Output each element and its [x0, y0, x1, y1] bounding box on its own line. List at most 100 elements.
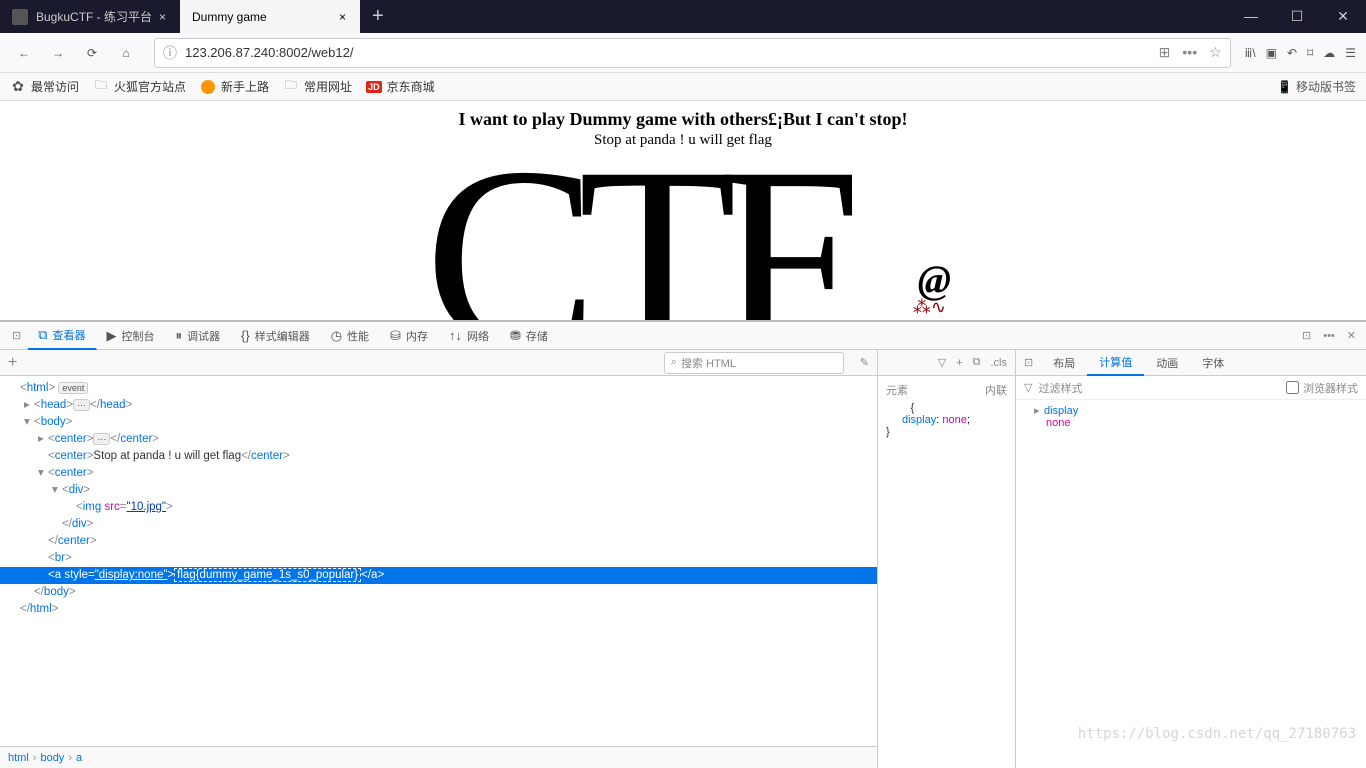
devtools-tab[interactable]: {}样式编辑器 — [231, 322, 321, 350]
computed-panel: ⊡ 布局 计算值 动画 字体 ▽ 过滤样式 浏览器样式 ▸display non… — [1016, 350, 1366, 768]
devtools-tab[interactable]: ↑↓网络 — [439, 322, 500, 350]
menu-icon[interactable]: ☰ — [1345, 46, 1356, 60]
dom-panel: + ⌕ 搜索 HTML ✎ <html> event▸<head>⋯</head… — [0, 350, 878, 768]
tab-icon: ⛁ — [390, 328, 401, 344]
dom-line[interactable]: <html> event — [0, 380, 877, 397]
reload-button[interactable]: ⟳ — [78, 39, 106, 67]
devtools-tab[interactable]: ⛁内存 — [380, 322, 439, 350]
home-button[interactable]: ⌂ — [112, 39, 140, 67]
filter-icon[interactable]: ▽ — [938, 356, 946, 369]
styles-body[interactable]: 元素 内联 { display: none; } — [878, 376, 1015, 768]
dom-toolbar: + ⌕ 搜索 HTML ✎ — [0, 350, 877, 376]
dom-line[interactable]: <center>Stop at panda ! u will get flag<… — [0, 448, 877, 465]
search-icon: ⌕ — [671, 356, 677, 369]
meatball-icon[interactable]: ••• — [1182, 44, 1197, 61]
close-icon[interactable]: × — [155, 10, 170, 24]
dom-line[interactable]: ▾<div> — [0, 482, 877, 499]
dom-line[interactable]: </body> — [0, 584, 877, 601]
dom-line[interactable]: </center> — [0, 533, 877, 550]
toolbar-right: ⅲ\ ▣ ↶ ⌑ ☁ ☰ — [1245, 46, 1356, 60]
checkbox[interactable] — [1286, 381, 1299, 394]
dom-tree[interactable]: <html> event▸<head>⋯</head>▾<body>▸<cent… — [0, 376, 877, 746]
dom-line[interactable]: <img src="10.jpg"> — [0, 499, 877, 516]
paint-splash: ⁂∿ — [913, 297, 946, 318]
computed-tab[interactable]: 计算值 — [1087, 350, 1144, 376]
styles-panel: ▽ + ⧉ .cls 元素 内联 { display: none; } — [878, 350, 1016, 768]
add-node-button[interactable]: + — [8, 354, 17, 372]
pseudo-icon[interactable]: ⧉ — [973, 356, 981, 369]
tab-label: 查看器 — [53, 327, 86, 343]
devtools-tab[interactable]: ⏸调试器 — [166, 322, 232, 350]
forward-button[interactable]: → — [44, 39, 72, 67]
pocket-icon[interactable]: ⌑ — [1307, 46, 1313, 60]
devtools-tabs: ⊡ ⧉查看器▶控制台⏸调试器{}样式编辑器◷性能⛁内存↑↓网络⛃存储 ⊡ •••… — [0, 322, 1366, 350]
breadcrumb: html › body › a — [0, 746, 877, 768]
filter-placeholder[interactable]: 过滤样式 — [1038, 380, 1280, 396]
minimize-button[interactable]: — — [1228, 0, 1274, 33]
rules-icon[interactable]: ⊡ — [1016, 356, 1041, 369]
breadcrumb-item[interactable]: a — [76, 752, 82, 764]
bookmark-jd[interactable]: JD 京东商城 — [366, 78, 435, 95]
info-icon[interactable]: ⓘ — [163, 43, 177, 63]
bookmark-folder[interactable]: 🗀 常用网址 — [283, 78, 352, 95]
breadcrumb-item[interactable]: body — [40, 752, 64, 764]
devtools-tab[interactable]: ⛃存储 — [500, 322, 559, 350]
more-icon[interactable]: ••• — [1323, 330, 1335, 342]
bookmark-folder[interactable]: 🗀 火狐官方站点 — [93, 78, 186, 95]
responsive-icon[interactable]: ⊡ — [1302, 329, 1311, 342]
tab-label: 性能 — [347, 328, 369, 344]
layout-tab[interactable]: 布局 — [1041, 350, 1087, 376]
mobile-bookmarks[interactable]: 📱 移动版书签 — [1277, 78, 1356, 95]
breadcrumb-item[interactable]: html — [8, 752, 29, 764]
devtools-tab[interactable]: ▶控制台 — [97, 322, 166, 350]
dom-line[interactable]: ▾<body> — [0, 414, 877, 431]
styles-toolbar: ▽ + ⧉ .cls — [878, 350, 1015, 376]
dom-line[interactable]: <br> — [0, 550, 877, 567]
close-button[interactable]: ✕ — [1320, 0, 1366, 33]
computed-tabs: ⊡ 布局 计算值 动画 字体 — [1016, 350, 1366, 376]
undo-icon[interactable]: ↶ — [1287, 46, 1297, 60]
dom-line[interactable]: ▸<center>⋯</center> — [0, 431, 877, 448]
animations-tab[interactable]: 动画 — [1144, 350, 1190, 376]
dom-line[interactable]: ▸<head>⋯</head> — [0, 397, 877, 414]
computed-prop[interactable]: display — [1044, 405, 1078, 417]
computed-filter: ▽ 过滤样式 浏览器样式 — [1016, 376, 1366, 400]
dom-line[interactable]: <a style="display:none">flag{dummy_game_… — [0, 567, 877, 584]
qr-icon[interactable]: ⊞ — [1159, 44, 1171, 61]
tab-title: Dummy game — [192, 10, 267, 24]
bookmark-star-icon[interactable]: ☆ — [1209, 44, 1222, 61]
url-bar[interactable]: ⓘ 123.206.87.240:8002/web12/ ⊞ ••• ☆ — [154, 38, 1231, 68]
element-selector-label: 元素 — [886, 382, 908, 398]
computed-body[interactable]: ▸display none — [1016, 400, 1366, 768]
mobile-icon: 📱 — [1277, 80, 1292, 94]
edit-icon[interactable]: ✎ — [860, 356, 869, 369]
search-placeholder: 搜索 HTML — [681, 355, 736, 371]
close-devtools-icon[interactable]: ✕ — [1347, 329, 1356, 342]
new-tab-button[interactable]: + — [360, 5, 396, 28]
library-icon[interactable]: ⅲ\ — [1245, 46, 1256, 60]
event-badge[interactable]: event — [58, 382, 88, 394]
dom-line[interactable]: ▾<center> — [0, 465, 877, 482]
search-html-input[interactable]: ⌕ 搜索 HTML — [664, 352, 844, 374]
dom-line[interactable]: </html> — [0, 601, 877, 618]
browser-styles-checkbox[interactable]: 浏览器样式 — [1286, 380, 1358, 396]
iframe-picker-icon[interactable]: ⊡ — [6, 322, 28, 350]
css-prop-name[interactable]: display — [902, 414, 936, 426]
close-icon[interactable]: × — [335, 10, 350, 24]
browser-tab-active[interactable]: Dummy game × — [180, 0, 360, 33]
bookmark-most-visited[interactable]: ✿ 最常访问 — [10, 78, 79, 95]
add-rule-button[interactable]: + — [956, 357, 962, 369]
chat-icon[interactable]: ☁ — [1323, 46, 1335, 60]
fonts-tab[interactable]: 字体 — [1190, 350, 1236, 376]
bookmark-label: 京东商城 — [387, 78, 435, 95]
maximize-button[interactable]: ☐ — [1274, 0, 1320, 33]
browser-tab[interactable]: BugkuCTF - 练习平台 × — [0, 0, 180, 33]
dom-line[interactable]: </div> — [0, 516, 877, 533]
back-button[interactable]: ← — [10, 39, 38, 67]
cls-toggle[interactable]: .cls — [991, 357, 1008, 369]
sidebar-icon[interactable]: ▣ — [1266, 46, 1277, 60]
css-prop-value[interactable]: none — [942, 414, 966, 426]
bookmark-getting-started[interactable]: 新手上路 — [200, 78, 269, 95]
devtools-tab[interactable]: ⧉查看器 — [28, 322, 96, 350]
devtools-tab[interactable]: ◷性能 — [321, 322, 380, 350]
